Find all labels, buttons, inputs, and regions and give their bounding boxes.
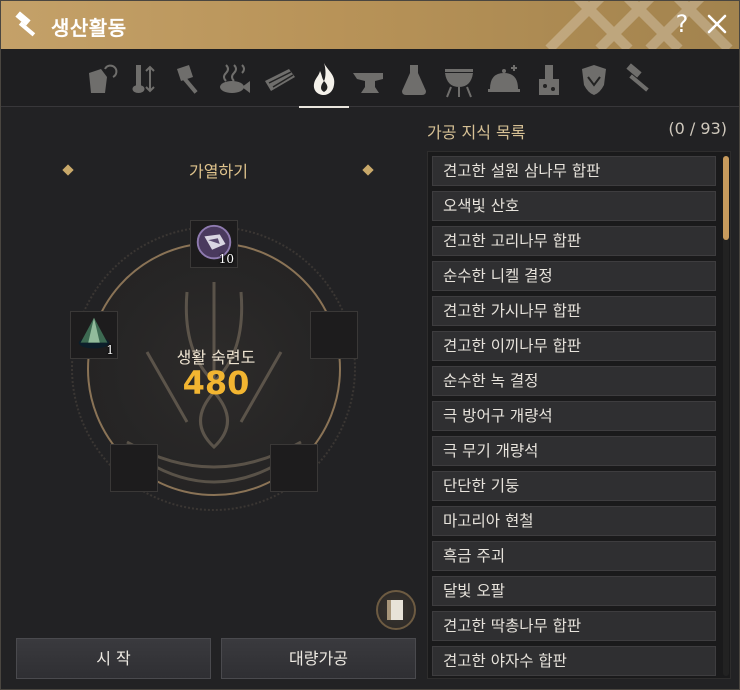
tab-alchemy[interactable]: [394, 59, 434, 99]
book-icon: [387, 600, 403, 620]
material-slot-top[interactable]: 10: [190, 220, 238, 268]
cloche-icon: [488, 65, 520, 92]
recipe-title: 가열하기: [189, 162, 248, 181]
list-item[interactable]: 단단한 기둥: [432, 471, 716, 501]
tab-guild[interactable]: [574, 59, 614, 99]
slot-quantity: 1: [106, 343, 114, 357]
axe-icon: [177, 65, 198, 94]
hammer-icon: [626, 63, 649, 92]
tab-axe[interactable]: [169, 59, 209, 99]
shield-icon: [582, 65, 606, 95]
material-slot-right[interactable]: [310, 311, 358, 359]
tab-cooking[interactable]: [484, 59, 524, 99]
material-slot-left[interactable]: 1: [70, 311, 118, 359]
category-tabs: [1, 49, 739, 108]
window-title: 생산활동: [51, 16, 127, 40]
tab-grill[interactable]: [439, 59, 479, 99]
material-slot-bottom-right[interactable]: [270, 444, 318, 492]
close-icon[interactable]: [703, 9, 731, 39]
slot-quantity: 10: [218, 252, 234, 266]
help-button[interactable]: ?: [669, 9, 695, 39]
scroll-thumb[interactable]: [723, 156, 729, 240]
scrollbar[interactable]: [723, 156, 729, 676]
tab-repair[interactable]: [619, 59, 659, 99]
tab-gathering[interactable]: [79, 59, 119, 99]
list-item[interactable]: 순수한 니켈 결정: [432, 261, 716, 291]
grid-tool-icon: [265, 69, 295, 91]
tab-anvil[interactable]: [349, 59, 389, 99]
list-item[interactable]: 견고한 야자수 합판: [432, 646, 716, 676]
knowledge-count: (0 / 93): [668, 119, 727, 138]
start-button[interactable]: 시 작: [16, 638, 211, 679]
list-item[interactable]: 견고한 설원 삼나무 합판: [432, 156, 716, 186]
list-item[interactable]: 견고한 딱총나무 합판: [432, 611, 716, 641]
knowledge-header: 가공 지식 목록 (0 / 93): [427, 119, 729, 142]
flask-icon: [402, 65, 426, 95]
tab-fishing[interactable]: [214, 59, 254, 99]
flame-icon: [313, 63, 335, 95]
anvil-icon: [353, 73, 383, 93]
fish-icon: [220, 64, 250, 93]
alchemy-tools-icon: [132, 65, 155, 93]
list-item[interactable]: 극 방어구 개량석: [432, 401, 716, 431]
list-item[interactable]: 견고한 고리나무 합판: [432, 226, 716, 256]
list-item[interactable]: 흑금 주괴: [432, 541, 716, 571]
processing-window: 생산활동 ? 가열하기 생활 숙련도 480 10 1 시 작 대량가공 가공 …: [0, 0, 740, 690]
tab-alchemy-station[interactable]: [529, 59, 569, 99]
grill-icon: [445, 69, 473, 98]
gathering-icon: [89, 64, 118, 93]
alchemy-station-icon: [539, 65, 559, 95]
tab-heating[interactable]: [299, 59, 349, 108]
recipe-panel: 가열하기 생활 숙련도 480 10 1 시 작 대량가공: [1, 108, 421, 690]
mass-process-button[interactable]: 대량가공: [221, 638, 416, 679]
list-item[interactable]: 견고한 이끼나무 합판: [432, 331, 716, 361]
tab-craft-grid[interactable]: [259, 59, 299, 99]
list-item[interactable]: 오색빛 산호: [432, 191, 716, 221]
recipe-book-button[interactable]: [376, 590, 416, 630]
mastery-value: 480: [182, 364, 250, 402]
title-bar[interactable]: 생산활동 ?: [1, 1, 739, 49]
list-item[interactable]: 순수한 녹 결정: [432, 366, 716, 396]
list-item[interactable]: 견고한 가시나무 합판: [432, 296, 716, 326]
tab-alchemy-tools[interactable]: [124, 59, 164, 99]
list-item[interactable]: 마고리아 현철: [432, 506, 716, 536]
knowledge-list[interactable]: 견고한 설원 삼나무 합판 오색빛 산호 견고한 고리나무 합판 순수한 니켈 …: [427, 151, 731, 679]
knowledge-label: 가공 지식 목록: [427, 123, 526, 142]
list-item[interactable]: 달빛 오팔: [432, 576, 716, 606]
list-item[interactable]: 극 무기 개량석: [432, 436, 716, 466]
material-slot-bottom-left[interactable]: [110, 444, 158, 492]
hammer-icon: [15, 11, 36, 37]
